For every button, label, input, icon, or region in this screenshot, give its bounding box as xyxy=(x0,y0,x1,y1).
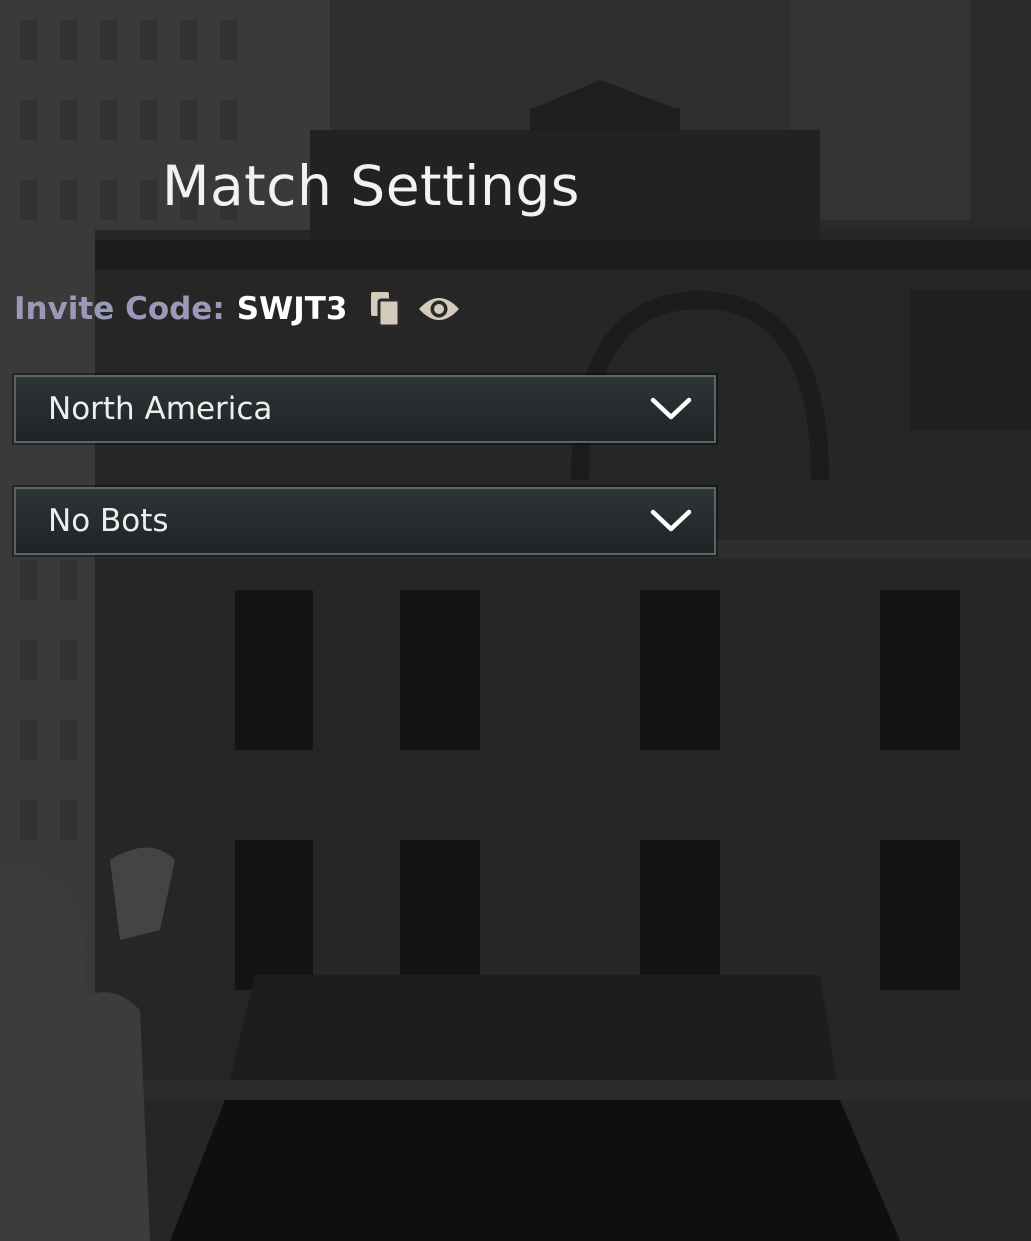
page-title: Match Settings xyxy=(162,154,580,218)
bots-select[interactable]: No Bots xyxy=(14,487,716,555)
copy-icon[interactable] xyxy=(368,289,402,329)
invite-code-label: Invite Code: xyxy=(14,291,225,327)
region-select-value: North America xyxy=(48,391,273,427)
invite-code-value: SWJT3 xyxy=(236,291,348,327)
chevron-down-icon xyxy=(650,509,692,532)
region-select[interactable]: North America xyxy=(14,375,716,443)
eye-icon[interactable] xyxy=(416,289,462,329)
chevron-down-icon xyxy=(650,397,692,420)
bots-select-value: No Bots xyxy=(48,503,169,539)
invite-code-row: Invite Code: SWJT3 xyxy=(14,284,462,334)
